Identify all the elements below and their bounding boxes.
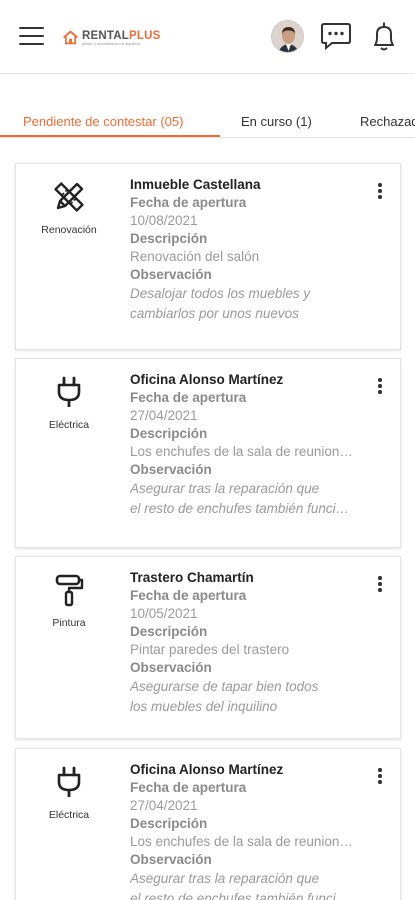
bell-icon[interactable]: [369, 21, 399, 53]
request-card[interactable]: Eléctrica Oficina Alonso Martínez Fecha …: [15, 748, 401, 900]
house-logo-icon: [63, 30, 78, 45]
opening-date-value: 10/05/2021: [130, 606, 198, 621]
more-options-icon[interactable]: [376, 378, 384, 398]
more-options-icon[interactable]: [376, 768, 384, 788]
observation-line-1: Asegurar tras la reparación que: [130, 871, 320, 886]
property-title: Inmueble Castellana: [130, 177, 261, 192]
description-label: Descripción: [130, 624, 208, 639]
more-options-icon[interactable]: [376, 183, 384, 203]
observation-line-2: cambiarlos por unos nuevos: [130, 305, 299, 321]
request-card[interactable]: Pintura Trastero Chamartín Fecha de aper…: [15, 556, 401, 739]
description-value: Los enchufes de la sala de reuniones no …: [130, 444, 356, 459]
top-app-bar: RENTALPLUS gestión y administración de a…: [0, 0, 415, 74]
description-label: Descripción: [130, 816, 208, 831]
category-label: Eléctrica: [48, 419, 90, 431]
category-label: Pintura: [52, 617, 86, 629]
paint-roller-icon: [55, 574, 84, 607]
brand-name-primary: RENTAL: [82, 30, 129, 42]
category-label: Renovación: [41, 224, 97, 236]
tab-in-progress[interactable]: En curso (1): [241, 114, 312, 129]
pencil-ruler-icon: [54, 182, 84, 212]
description-value: Pintar paredes del trastero: [130, 642, 290, 657]
observation-label: Observación: [130, 267, 212, 282]
hamburger-menu-icon[interactable]: [19, 27, 44, 47]
property-title: Oficina Alonso Martínez: [130, 372, 284, 387]
observation-line-2: el resto de enchufes también funcionan: [130, 890, 356, 900]
property-title: Trastero Chamartín: [130, 570, 254, 585]
brand-tagline: gestión y administración de alquileres: [82, 42, 141, 46]
observation-line-1: Asegurarse de tapar bien todos: [130, 679, 319, 694]
observation-line-2: los muebles del inquilino: [130, 698, 278, 714]
request-card[interactable]: Eléctrica Oficina Alonso Martínez Fecha …: [15, 358, 401, 548]
user-avatar[interactable]: [271, 20, 304, 53]
description-value: Los enchufes de la sala de reuniones no …: [130, 834, 356, 849]
opening-date-label: Fecha de apertura: [130, 390, 247, 405]
category-label: Eléctrica: [48, 809, 90, 821]
status-tabs: Pendiente de contestar (05) En curso (1)…: [0, 110, 415, 138]
more-options-icon[interactable]: [376, 576, 384, 596]
observation-label: Observación: [130, 852, 212, 867]
description-label: Descripción: [130, 231, 208, 246]
chat-bubble-icon[interactable]: [320, 21, 352, 51]
tab-rejected[interactable]: Rechazadas: [360, 114, 415, 129]
opening-date-label: Fecha de apertura: [130, 195, 247, 210]
observation-label: Observación: [130, 462, 212, 477]
opening-date-value: 27/04/2021: [130, 798, 198, 813]
observation-label: Observación: [130, 660, 212, 675]
opening-date-label: Fecha de apertura: [130, 588, 247, 603]
observation-line-1: Desalojar todos los muebles y: [130, 286, 311, 301]
observation-line-1: Asegurar tras la reparación que: [130, 481, 320, 496]
opening-date-value: 27/04/2021: [130, 408, 198, 423]
description-value: Renovación del salón: [130, 249, 260, 264]
observation-line-2: el resto de enchufes también funcionan: [130, 500, 356, 516]
active-tab-indicator: [0, 135, 220, 137]
plug-icon: [57, 376, 81, 407]
plug-icon: [57, 766, 81, 797]
opening-date-value: 10/08/2021: [130, 213, 198, 228]
brand-name-accent: PLUS: [128, 30, 161, 42]
property-title: Oficina Alonso Martínez: [130, 762, 284, 777]
description-label: Descripción: [130, 426, 208, 441]
tab-pending[interactable]: Pendiente de contestar (05): [23, 114, 183, 129]
opening-date-label: Fecha de apertura: [130, 780, 247, 795]
request-card[interactable]: Renovación Inmueble Castellana Fecha de …: [15, 163, 401, 350]
app-logo: RENTALPLUS gestión y administración de a…: [62, 27, 160, 51]
